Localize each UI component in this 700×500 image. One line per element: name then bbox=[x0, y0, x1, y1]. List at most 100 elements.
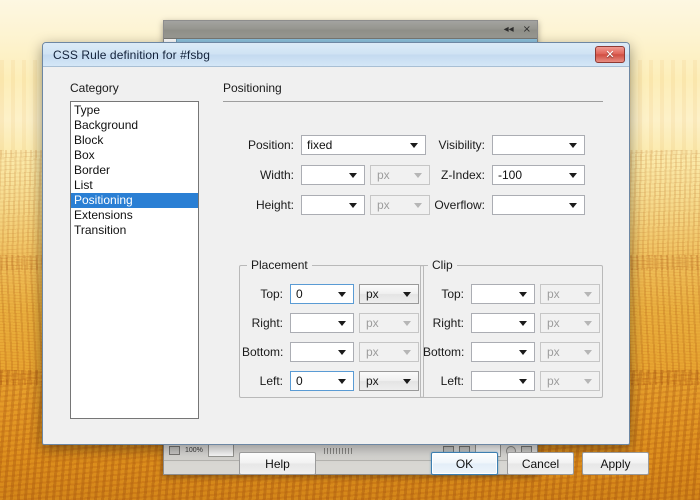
chevron-down-icon[interactable] bbox=[565, 173, 581, 178]
chevron-down-icon[interactable] bbox=[515, 292, 531, 297]
chevron-down-icon[interactable] bbox=[565, 143, 581, 148]
clip-label-right: Right: bbox=[432, 316, 464, 330]
chevron-down-icon bbox=[580, 350, 596, 355]
category-item-transition[interactable]: Transition bbox=[71, 223, 198, 238]
toolbar-value-field[interactable] bbox=[207, 444, 234, 457]
clip-row-top: Top: px bbox=[423, 284, 600, 304]
category-item-background[interactable]: Background bbox=[71, 118, 198, 133]
category-item-block[interactable]: Block bbox=[71, 133, 198, 148]
ok-button[interactable]: OK bbox=[431, 452, 498, 475]
chevron-down-icon bbox=[580, 379, 596, 384]
placement-unit-left-value: px bbox=[366, 374, 379, 388]
label-position: Position: bbox=[247, 138, 294, 152]
placement-combo-bottom[interactable] bbox=[290, 342, 354, 362]
placement-unit-right-value: px bbox=[366, 316, 379, 330]
placement-combo-left[interactable]: 0 bbox=[290, 371, 354, 391]
chevron-down-icon[interactable] bbox=[345, 203, 361, 208]
chevron-down-icon[interactable] bbox=[515, 321, 531, 326]
label-z-index: Z-Index: bbox=[440, 168, 485, 182]
clip-label-bottom: Bottom: bbox=[423, 345, 465, 359]
placement-row-right: Right: px bbox=[242, 313, 419, 333]
help-button[interactable]: Help bbox=[239, 452, 316, 475]
clip-unit-bottom: px bbox=[540, 342, 600, 362]
category-item-type[interactable]: Type bbox=[71, 103, 198, 118]
clip-row-right: Right: px bbox=[423, 313, 600, 333]
zoom-level-label: 100% bbox=[185, 447, 203, 454]
chevron-down-icon[interactable] bbox=[334, 321, 350, 326]
clip-label-top: Top: bbox=[441, 287, 464, 301]
placement-legend: Placement bbox=[247, 258, 312, 272]
category-item-positioning[interactable]: Positioning bbox=[71, 193, 198, 208]
placement-row-left: Left: 0 px bbox=[242, 371, 419, 391]
label-overflow: Overflow: bbox=[434, 198, 485, 212]
chevron-down-icon[interactable] bbox=[565, 203, 581, 208]
placement-label-bottom: Bottom: bbox=[242, 345, 284, 359]
close-button[interactable]: ✕ bbox=[595, 46, 625, 63]
collapse-icon[interactable]: ◂◂ bbox=[504, 24, 514, 35]
clip-unit-bottom-value: px bbox=[547, 345, 560, 359]
chevron-down-icon[interactable] bbox=[406, 143, 422, 148]
combo-z-index[interactable]: -100 bbox=[492, 165, 585, 185]
clip-label-left: Left: bbox=[440, 374, 464, 388]
chevron-down-icon[interactable] bbox=[399, 379, 415, 384]
resize-grip[interactable] bbox=[324, 447, 353, 454]
placement-group: Placement Top: 0 px Right: px Bottom: px Left: 0… bbox=[239, 258, 424, 398]
placement-label-top: Top: bbox=[260, 287, 283, 301]
combo-visibility[interactable] bbox=[492, 135, 585, 155]
chevron-down-icon bbox=[580, 292, 596, 297]
combo-position-value: fixed bbox=[307, 138, 333, 152]
chevron-down-icon[interactable] bbox=[334, 350, 350, 355]
unit-height-value: px bbox=[377, 198, 390, 212]
toolbar-left-icon[interactable] bbox=[169, 446, 180, 455]
chevron-down-icon[interactable] bbox=[345, 173, 361, 178]
clip-combo-left[interactable] bbox=[471, 371, 535, 391]
placement-combo-left-value: 0 bbox=[296, 374, 303, 388]
field-row-position: Position: fixed bbox=[239, 135, 426, 155]
clip-unit-top: px bbox=[540, 284, 600, 304]
dialog-titlebar[interactable]: CSS Rule definition for #fsbg ✕ bbox=[43, 43, 629, 67]
clip-combo-bottom[interactable] bbox=[471, 342, 535, 362]
clip-legend: Clip bbox=[428, 258, 457, 272]
combo-width[interactable] bbox=[301, 165, 365, 185]
placement-unit-top[interactable]: px bbox=[359, 284, 419, 304]
clip-unit-right-value: px bbox=[547, 316, 560, 330]
category-item-box[interactable]: Box bbox=[71, 148, 198, 163]
placement-combo-top[interactable]: 0 bbox=[290, 284, 354, 304]
clip-group: Clip Top: px Right: px Bottom: px Left: px bbox=[420, 258, 603, 398]
combo-height[interactable] bbox=[301, 195, 365, 215]
label-width: Width: bbox=[259, 168, 294, 182]
clip-combo-top[interactable] bbox=[471, 284, 535, 304]
chevron-down-icon[interactable] bbox=[334, 379, 350, 384]
category-item-extensions[interactable]: Extensions bbox=[71, 208, 198, 223]
placement-unit-bottom: px bbox=[359, 342, 419, 362]
placement-combo-right[interactable] bbox=[290, 313, 354, 333]
category-item-list[interactable]: List bbox=[71, 178, 198, 193]
placement-unit-right: px bbox=[359, 313, 419, 333]
field-row-visibility: Visibility: bbox=[421, 135, 585, 155]
chevron-down-icon bbox=[580, 321, 596, 326]
css-rule-definition-dialog[interactable]: CSS Rule definition for #fsbg ✕ Category… bbox=[42, 42, 649, 475]
combo-overflow[interactable] bbox=[492, 195, 585, 215]
placement-row-bottom: Bottom: px bbox=[242, 342, 419, 362]
placement-row-top: Top: 0 px bbox=[242, 284, 419, 304]
placement-unit-left[interactable]: px bbox=[359, 371, 419, 391]
cancel-button[interactable]: Cancel bbox=[507, 452, 574, 475]
combo-position[interactable]: fixed bbox=[301, 135, 426, 155]
chevron-down-icon[interactable] bbox=[399, 292, 415, 297]
heading-divider bbox=[223, 101, 603, 102]
dialog-title: CSS Rule definition for #fsbg bbox=[53, 47, 210, 62]
category-item-border[interactable]: Border bbox=[71, 163, 198, 178]
category-list[interactable]: Type Background Block Box Border List Position… bbox=[70, 101, 199, 419]
page-title: Positioning bbox=[223, 81, 282, 95]
chevron-down-icon[interactable] bbox=[334, 292, 350, 297]
chevron-down-icon[interactable] bbox=[515, 350, 531, 355]
unit-width-value: px bbox=[377, 168, 390, 182]
clip-unit-right: px bbox=[540, 313, 600, 333]
chevron-down-icon bbox=[399, 321, 415, 326]
close-icon[interactable]: × bbox=[523, 24, 531, 35]
background-window-titlebar[interactable]: ◂◂ × bbox=[164, 21, 537, 39]
chevron-down-icon[interactable] bbox=[515, 379, 531, 384]
clip-combo-right[interactable] bbox=[471, 313, 535, 333]
apply-button[interactable]: Apply bbox=[582, 452, 649, 475]
field-row-overflow: Overflow: bbox=[421, 195, 585, 215]
